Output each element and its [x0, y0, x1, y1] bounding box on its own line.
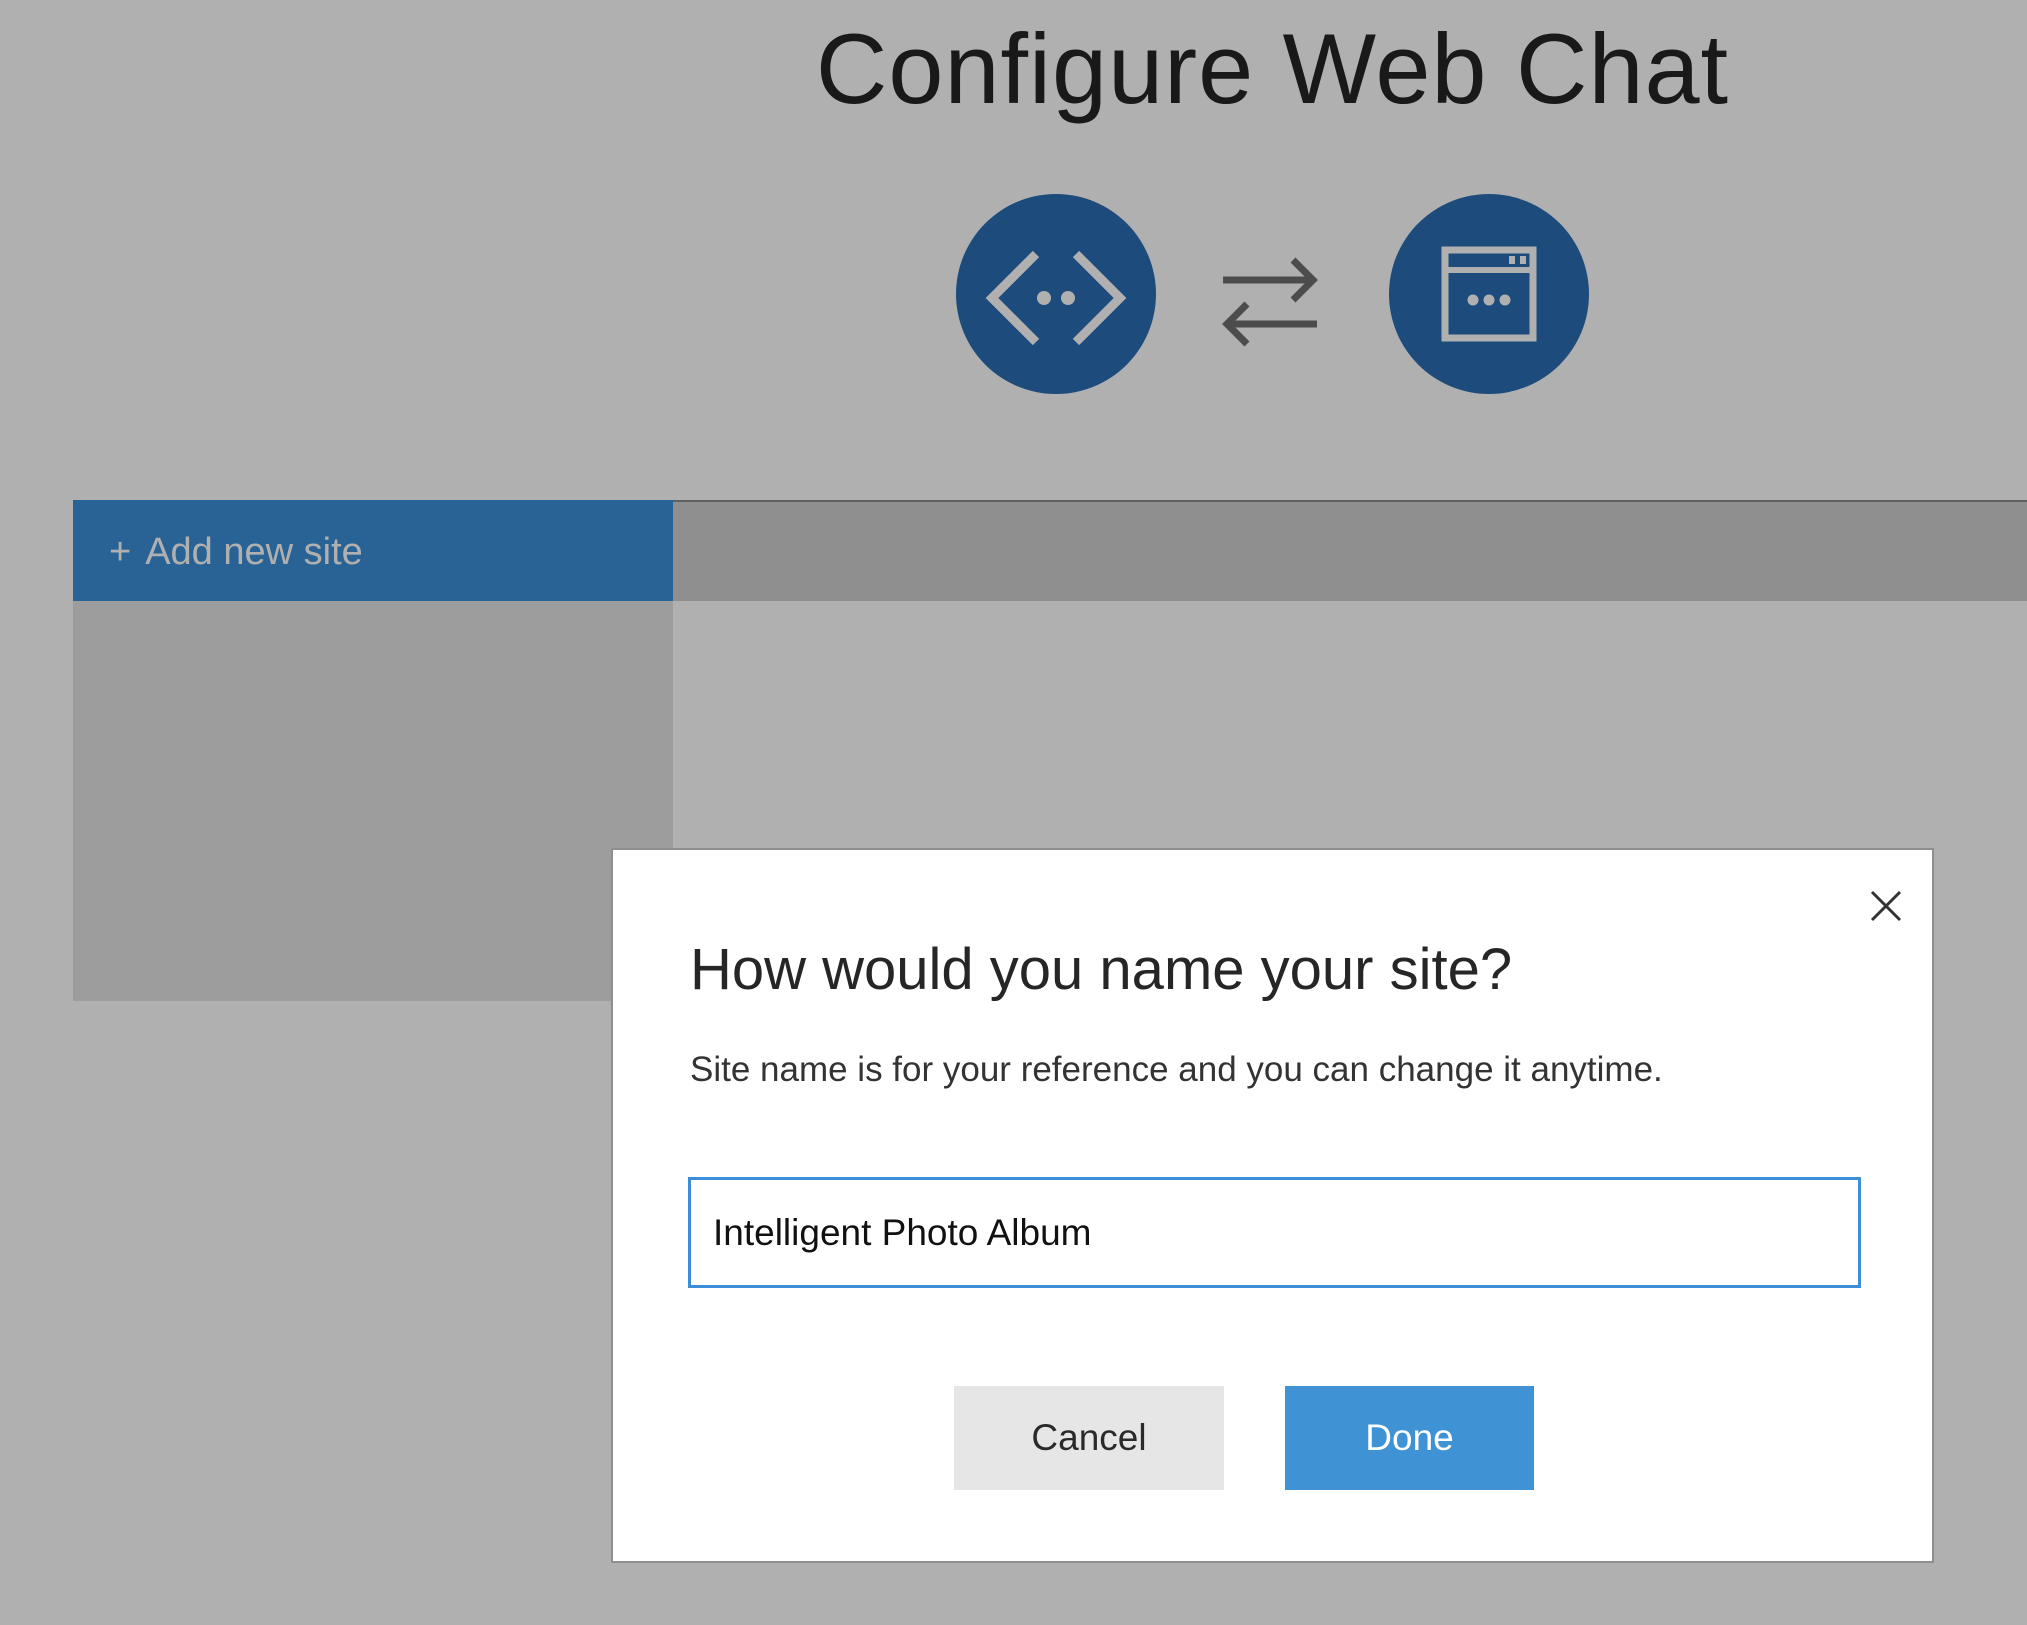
cancel-button[interactable]: Cancel — [954, 1386, 1224, 1490]
dialog-title: How would you name your site? — [690, 937, 1513, 1002]
done-button[interactable]: Done — [1285, 1386, 1534, 1490]
dialog-subtitle: Site name is for your reference and you … — [690, 1050, 1663, 1089]
name-site-dialog: How would you name your site? Site name … — [611, 848, 1934, 1563]
site-name-input[interactable] — [688, 1177, 1861, 1288]
close-icon[interactable] — [1866, 886, 1906, 926]
